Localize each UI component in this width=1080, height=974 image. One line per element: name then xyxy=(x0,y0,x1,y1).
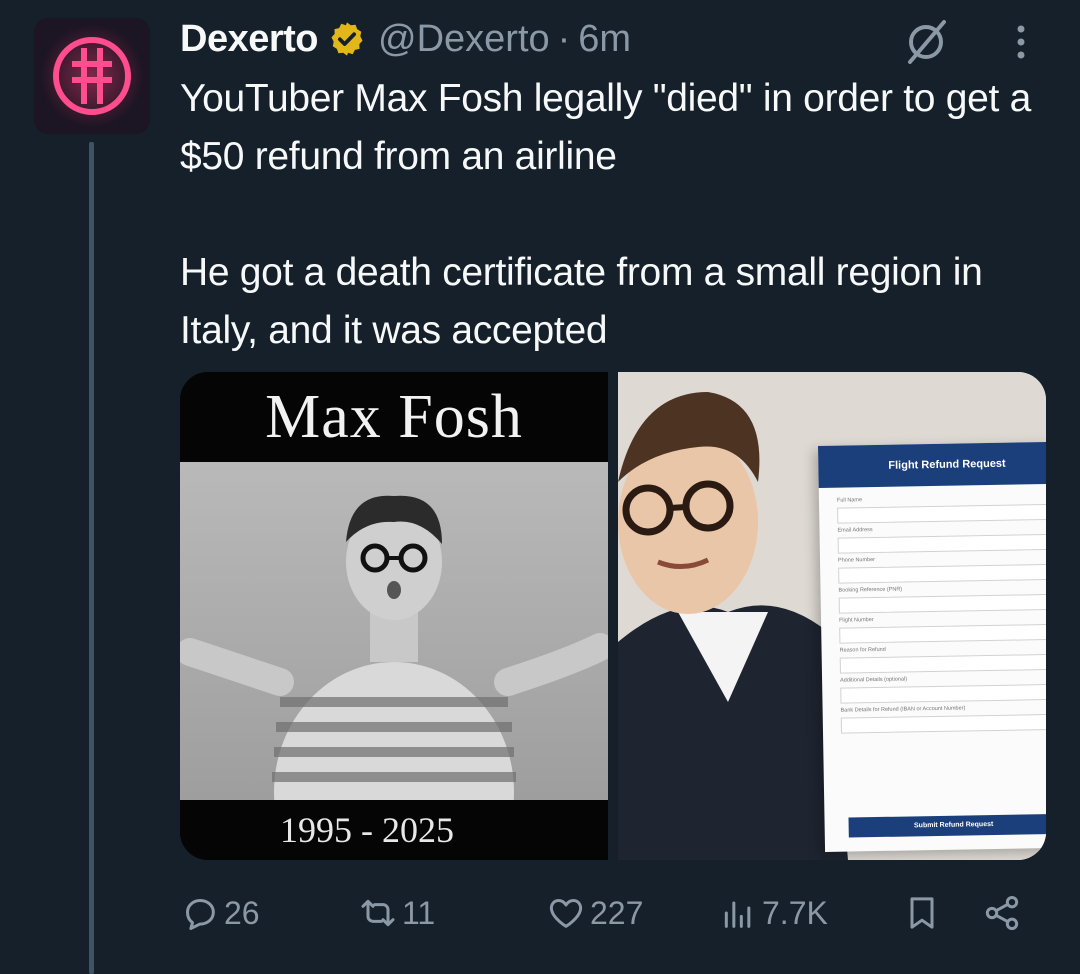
form-field: Flight Number xyxy=(839,614,1046,648)
heart-icon xyxy=(549,899,583,928)
reply-count: 26 xyxy=(224,894,260,931)
memorial-years: 1995 - 2025 xyxy=(180,800,608,860)
form-field: Bank Details for Refund (IBAN or Account… xyxy=(841,704,1046,738)
tweet-paragraph-2: He got a death certificate from a small … xyxy=(180,251,983,352)
share-icon xyxy=(985,896,1019,930)
separator: · xyxy=(557,17,571,60)
views-chart-icon xyxy=(724,901,751,928)
media-image-refund-form[interactable]: Flight Refund Request Full Name Email Ad… xyxy=(618,372,1046,860)
author-handle[interactable]: @Dexerto xyxy=(378,18,550,61)
form-field: Email Address xyxy=(837,524,1046,558)
bookmark-icon xyxy=(910,897,934,929)
views-count: 7.7K xyxy=(762,894,828,931)
tweet-text: YouTuber Max Fosh legally "died" in orde… xyxy=(180,70,1050,360)
form-field: Phone Number xyxy=(838,554,1046,588)
grok-icon[interactable] xyxy=(902,18,950,66)
form-field: Reason for Refund xyxy=(840,644,1046,678)
form-field: Additional Details (optional) xyxy=(840,674,1046,708)
thread-line xyxy=(89,142,94,974)
retweet-button[interactable]: 11 xyxy=(358,888,435,938)
verified-badge-icon xyxy=(331,22,363,56)
like-button[interactable]: 227 xyxy=(546,888,643,938)
timestamp[interactable]: 6m xyxy=(578,18,631,61)
views-button[interactable]: 7.7K xyxy=(718,888,828,938)
avatar[interactable] xyxy=(34,18,150,134)
dexerto-logo-icon xyxy=(34,18,150,134)
more-options-icon[interactable] xyxy=(1006,22,1036,62)
tweet-header: Dexerto @Dexerto · 6m xyxy=(180,14,631,64)
bookmark-button[interactable] xyxy=(902,888,942,938)
media-image-memorial[interactable]: Max Fosh 1995 - 2025 xyxy=(180,372,608,860)
like-count: 227 xyxy=(590,894,644,931)
form-submit: Submit Refund Request xyxy=(848,813,1046,838)
retweet-icon xyxy=(361,899,395,927)
tweet-paragraph-1: YouTuber Max Fosh legally "died" in orde… xyxy=(180,77,1031,178)
reply-button[interactable]: 26 xyxy=(180,888,260,938)
share-button[interactable] xyxy=(982,888,1022,938)
author-name[interactable]: Dexerto xyxy=(180,18,319,61)
retweet-count: 11 xyxy=(402,894,436,931)
reply-icon xyxy=(186,899,215,930)
tweet-actions: 26 11 227 7.7K xyxy=(180,888,1040,938)
memorial-title: Max Fosh xyxy=(180,372,608,462)
form-field: Full Name xyxy=(837,494,1046,528)
form-field: Booking Reference (PNR) xyxy=(838,584,1046,618)
refund-form: Flight Refund Request Full Name Email Ad… xyxy=(818,441,1046,852)
form-title: Flight Refund Request xyxy=(818,441,1046,488)
tweet-media[interactable]: Max Fosh 1995 - 2025 Flight Refund Reque… xyxy=(180,372,1046,860)
memorial-photo xyxy=(180,462,608,800)
